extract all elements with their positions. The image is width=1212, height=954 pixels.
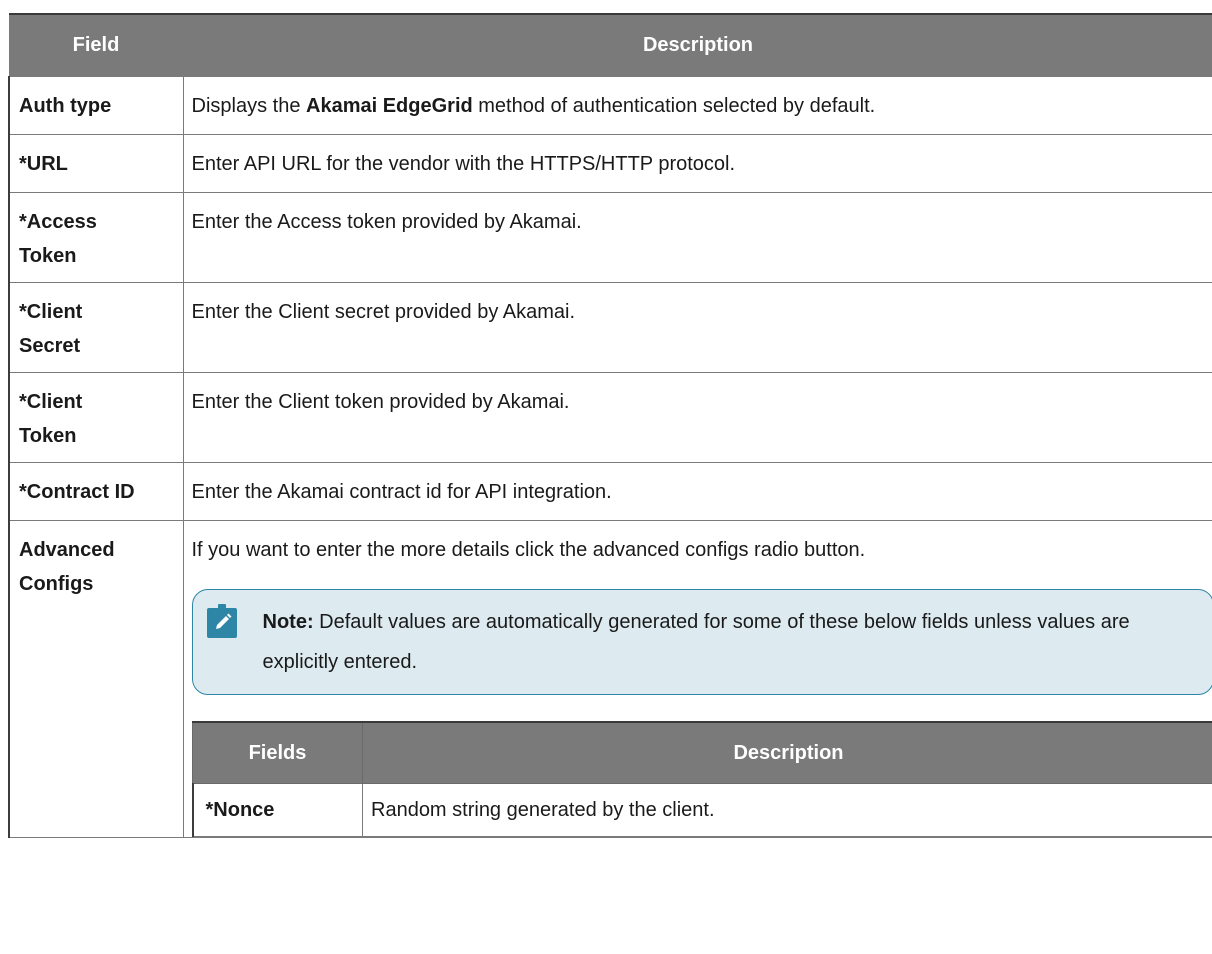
description-cell: Enter the Client token provided by Akama… (182, 372, 1212, 463)
description-cell: If you want to enter the more details cl… (182, 520, 1212, 838)
field-label-line: Secret (19, 335, 81, 357)
table-row-advanced-configs: Advanced Configs If you want to enter the… (8, 520, 1212, 838)
advanced-fields-table: Fields Description *Nonce Random string … (191, 721, 1212, 837)
note-text: Note: Default values are automatically g… (263, 602, 1201, 682)
description-cell: Enter the Access token provided by Akama… (182, 192, 1212, 283)
inner-header-description: Description (362, 721, 1212, 784)
table-row-nonce: *Nonce Random string generated by the cl… (191, 783, 1212, 837)
field-label-line: *Client (19, 391, 83, 413)
description-cell: Random string generated by the client. (362, 783, 1212, 837)
field-cell: *Access Token (8, 192, 184, 283)
table-row-client-token: *Client Token Enter the Client token prov… (8, 372, 1212, 463)
fields-table: Field Description Auth type Displays the… (8, 13, 1212, 838)
field-label-line: Token (19, 425, 77, 447)
page: Field Description Auth type Displays the… (0, 0, 1212, 954)
field-label-line: Token (19, 245, 77, 267)
table-row-access-token: *Access Token Enter the Access token prov… (8, 192, 1212, 283)
header-description: Description (182, 13, 1212, 77)
field-label-line: *Access (19, 211, 97, 233)
field-label-line: Configs (19, 573, 94, 595)
description-cell: Enter API URL for the vendor with the HT… (182, 134, 1212, 193)
inner-header-fields: Fields (192, 721, 363, 784)
table-row-url: *URL Enter API URL for the vendor with t… (8, 134, 1212, 193)
note-callout: Note: Default values are automatically g… (191, 589, 1212, 695)
field-cell: Advanced Configs (8, 520, 184, 838)
note-body: Default values are automatically generat… (262, 611, 1130, 673)
description-cell: Enter the Client secret provided by Akam… (182, 282, 1212, 373)
inner-header-row: Fields Description (192, 721, 1212, 784)
table-header-row: Field Description (8, 13, 1212, 77)
description-cell: Displays the Akamai EdgeGrid method of a… (182, 76, 1212, 135)
auth-method-name: Akamai EdgeGrid (306, 95, 473, 117)
field-cell: *URL (8, 134, 184, 193)
field-cell: Auth type (8, 76, 184, 135)
table-row-contract-id: *Contract ID Enter the Akamai contract i… (8, 462, 1212, 521)
description-cell: Enter the Akamai contract id for API int… (182, 462, 1212, 521)
description-text: method of authentication selected by def… (472, 95, 876, 117)
field-cell: *Nonce (191, 783, 363, 837)
field-cell: *Client Token (8, 372, 184, 463)
field-cell: *Contract ID (8, 462, 184, 521)
pencil-note-icon (206, 604, 237, 638)
table-row-auth-type: Auth type Displays the Akamai EdgeGrid m… (8, 76, 1212, 135)
field-label-line: *Client (19, 301, 83, 323)
table-row-client-secret: *Client Secret Enter the Client secret pr… (8, 282, 1212, 373)
note-label: Note: (262, 611, 314, 633)
header-field: Field (8, 13, 184, 77)
description-text: If you want to enter the more details cl… (191, 539, 866, 561)
field-cell: *Client Secret (8, 282, 184, 373)
description-text: Displays the (191, 95, 306, 117)
field-label-line: Advanced (19, 539, 115, 561)
